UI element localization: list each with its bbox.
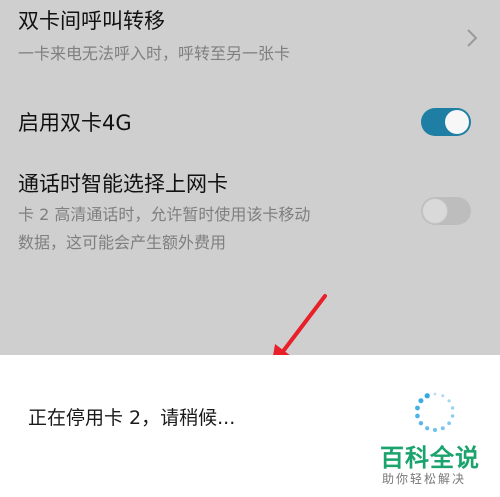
spinner-dot <box>450 414 455 418</box>
watermark: 百科全说 助你轻松解决 <box>370 438 494 494</box>
watermark-title: 百科全说 <box>380 444 480 472</box>
spinner-dot <box>440 426 445 431</box>
spinner-dot <box>447 399 451 403</box>
spinner-dot <box>418 398 424 404</box>
toggle-knob <box>445 110 469 134</box>
smart-data-row[interactable]: 通话时智能选择上网卡 卡 2 高清通话时，允许暂时使用该卡移动 数据，这可能会产… <box>0 165 500 265</box>
call-forward-subtitle: 一卡来电无法呼入时，呼转至另一张卡 <box>18 44 291 63</box>
dual-4g-row[interactable]: 启用双卡4G <box>0 96 500 150</box>
spinner-dot <box>418 420 424 426</box>
spinner-dot <box>441 394 445 398</box>
dual-4g-toggle[interactable] <box>421 108 471 136</box>
spinner-dot <box>433 392 437 396</box>
smart-data-subtitle-line2: 数据，这可能会产生额外费用 <box>18 233 227 252</box>
call-forward-title: 双卡间呼叫转移 <box>18 9 165 33</box>
dual-4g-title: 启用双卡4G <box>18 111 132 135</box>
call-forward-row[interactable]: 双卡间呼叫转移 一卡来电无法呼入时，呼转至另一张卡 <box>0 0 500 78</box>
dialog-message: 正在停用卡 2，请稍候... <box>28 407 236 429</box>
smart-data-title: 通话时智能选择上网卡 <box>18 172 228 196</box>
spinner-dot <box>432 427 438 433</box>
spinner-dot <box>415 405 420 411</box>
smart-data-toggle[interactable] <box>421 197 471 225</box>
spinner-dot <box>415 413 420 419</box>
toggle-knob <box>423 199 447 223</box>
spinner-dot <box>424 393 430 399</box>
chevron-right-icon <box>467 29 478 47</box>
watermark-subtitle: 助你轻松解决 <box>382 472 467 486</box>
smart-data-subtitle-line1: 卡 2 高清通话时，允许暂时使用该卡移动 <box>18 205 311 224</box>
spinner-dot <box>425 426 430 431</box>
spinner-dot <box>450 406 455 410</box>
spinner-dot <box>447 421 451 426</box>
loading-spinner-icon <box>415 392 455 433</box>
